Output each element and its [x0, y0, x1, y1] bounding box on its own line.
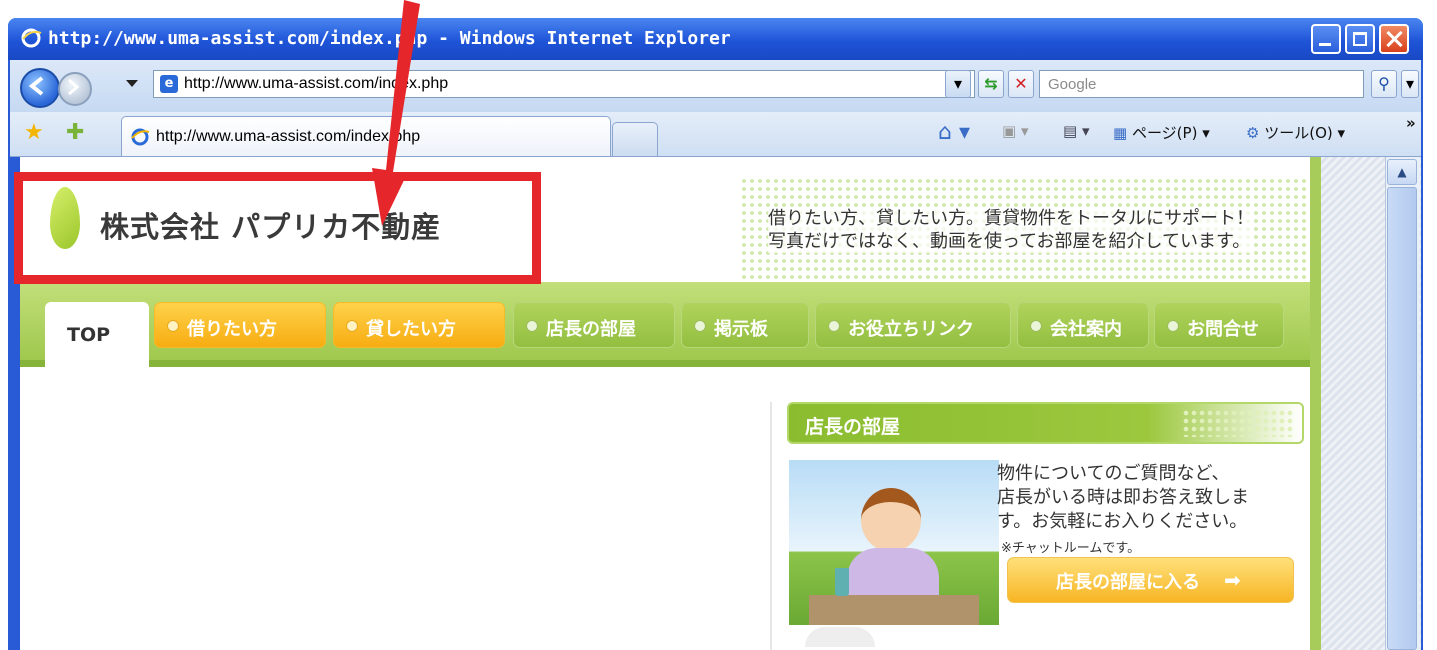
feeds-icon[interactable]: ▣ ▾ — [1002, 122, 1028, 140]
home-icon[interactable]: ⌂ ▾ — [938, 120, 970, 145]
back-button[interactable] — [20, 68, 60, 108]
ie-logo-icon — [21, 28, 42, 48]
right-arrow-icon: ➡ — [1224, 568, 1241, 592]
manager-room-header: 店長の部屋 — [787, 402, 1304, 444]
page-icon: e — [160, 75, 178, 93]
nav-bullet-icon — [1030, 320, 1042, 332]
page-menu-icon: ▦ — [1113, 124, 1128, 142]
column-divider — [770, 402, 772, 650]
tagline-line-1: 借りたい方、貸したい方。賃貸物件をトータルにサポート！ — [768, 208, 1254, 229]
nav-bullet-icon — [694, 320, 706, 332]
address-dropdown-button[interactable]: ▾ — [945, 70, 971, 98]
scrollbar-thumb[interactable] — [1387, 187, 1417, 650]
nav-item-contact[interactable]: お問合せ — [1154, 302, 1284, 348]
page-right-border — [1310, 157, 1321, 650]
scroll-up-button[interactable]: ▲ — [1387, 159, 1417, 185]
nav-bullet-icon — [526, 320, 538, 332]
chat-room-note: ※チャットルームです。 — [1001, 541, 1141, 556]
nav-bottom-strip — [20, 360, 1310, 367]
next-section-edge — [805, 627, 875, 647]
search-placeholder: Google — [1048, 76, 1097, 93]
page-menu[interactable]: ▦ ページ(P) ▾ — [1113, 122, 1210, 143]
search-options-button[interactable]: ▾ — [1401, 70, 1419, 98]
tab-ie-icon — [131, 128, 150, 146]
nav-item-label: 借りたい方 — [187, 319, 277, 340]
annotation-arrow-icon — [372, 0, 420, 226]
manager-room-description: 物件についてのご質問など、 店長がいる時は即お答え致しま す。お気軽にお入りくだ… — [997, 462, 1249, 534]
refresh-button[interactable]: ⇆ — [978, 70, 1004, 98]
navigation-toolbar: e http://www.uma-assist.com/index.php ▾ … — [10, 60, 1421, 112]
pen-cup — [835, 568, 849, 596]
vertical-scrollbar[interactable]: ▲ — [1321, 157, 1421, 650]
tagline-line-2: 写真だけではなく、動画を使ってお部屋を紹介しています。 — [768, 231, 1251, 252]
nav-item-manager-room[interactable]: 店長の部屋 — [513, 302, 675, 348]
print-icon[interactable]: ▤ ▾ — [1063, 122, 1089, 140]
minimize-button[interactable] — [1311, 24, 1341, 54]
address-bar[interactable]: e http://www.uma-assist.com/index.php — [153, 70, 975, 98]
search-button[interactable]: ⚲ — [1371, 70, 1397, 98]
description-line-3: す。お気軽にお入りください。 — [997, 511, 1248, 532]
nav-top-tab[interactable]: TOP — [45, 302, 149, 367]
toolbar-chevron-icon[interactable]: » — [1406, 114, 1416, 132]
tools-menu-label: ツール(O) — [1264, 124, 1333, 142]
nav-item-borrowers[interactable]: 借りたい方 — [154, 302, 326, 348]
nav-top-label: TOP — [67, 324, 111, 346]
manager-table — [809, 595, 979, 625]
enter-button-label: 店長の部屋に入る — [1056, 572, 1200, 593]
nav-bullet-icon — [346, 320, 358, 332]
manager-photo — [789, 460, 999, 625]
description-line-2: 店長がいる時は即お答え致しま — [997, 487, 1249, 508]
nav-item-label: 店長の部屋 — [546, 319, 636, 340]
nav-bullet-icon — [167, 320, 179, 332]
forward-arrow-icon — [68, 78, 80, 96]
history-dropdown-icon[interactable] — [126, 80, 138, 87]
gear-icon: ⚙ — [1246, 124, 1260, 142]
tools-menu[interactable]: ⚙ ツール(O) ▾ — [1246, 122, 1345, 143]
nav-bullet-icon — [828, 320, 840, 332]
nav-item-company[interactable]: 会社案内 — [1017, 302, 1149, 348]
browser-window: http://www.uma-assist.com/index.php - Wi… — [8, 18, 1423, 650]
nav-item-landlords[interactable]: 貸したい方 — [333, 302, 505, 348]
nav-item-label: 会社案内 — [1050, 319, 1122, 340]
add-favorites-icon[interactable]: ✚ — [66, 120, 84, 145]
nav-item-links[interactable]: お役立ちリンク — [815, 302, 1011, 348]
maximize-button[interactable] — [1345, 24, 1375, 54]
nav-bullet-icon — [1167, 320, 1179, 332]
title-bar: http://www.uma-assist.com/index.php - Wi… — [8, 18, 1423, 60]
search-box[interactable]: Google — [1039, 70, 1364, 98]
favorites-star-icon[interactable]: ★ — [24, 120, 44, 145]
nav-item-label: 貸したい方 — [366, 319, 456, 340]
back-arrow-icon — [28, 76, 44, 96]
site-nav: TOP 借りたい方 貸したい方 店長の部屋 掲示板 お役立ちリンク 会社案内 お… — [20, 282, 1310, 367]
nav-item-label: お問合せ — [1187, 319, 1259, 340]
nav-item-label: 掲示板 — [714, 319, 768, 340]
nav-item-label: お役立ちリンク — [848, 319, 974, 340]
close-window-button[interactable] — [1379, 24, 1409, 54]
site-tagline: 借りたい方、貸したい方。賃貸物件をトータルにサポート！ 写真だけではなく、動画を… — [768, 207, 1254, 253]
description-line-1: 物件についてのご質問など、 — [997, 463, 1230, 484]
page-menu-label: ページ(P) — [1131, 124, 1198, 142]
highlight-box — [14, 172, 541, 284]
forward-button[interactable] — [58, 72, 92, 106]
manager-room-title: 店長の部屋 — [805, 416, 901, 438]
header-dots-decoration — [1182, 409, 1292, 437]
nav-item-bbs[interactable]: 掲示板 — [681, 302, 809, 348]
enter-manager-room-button[interactable]: 店長の部屋に入る ➡ — [1007, 557, 1294, 603]
new-tab-button[interactable] — [612, 122, 658, 156]
manager-head — [861, 488, 921, 552]
stop-button[interactable]: ✕ — [1008, 70, 1034, 98]
